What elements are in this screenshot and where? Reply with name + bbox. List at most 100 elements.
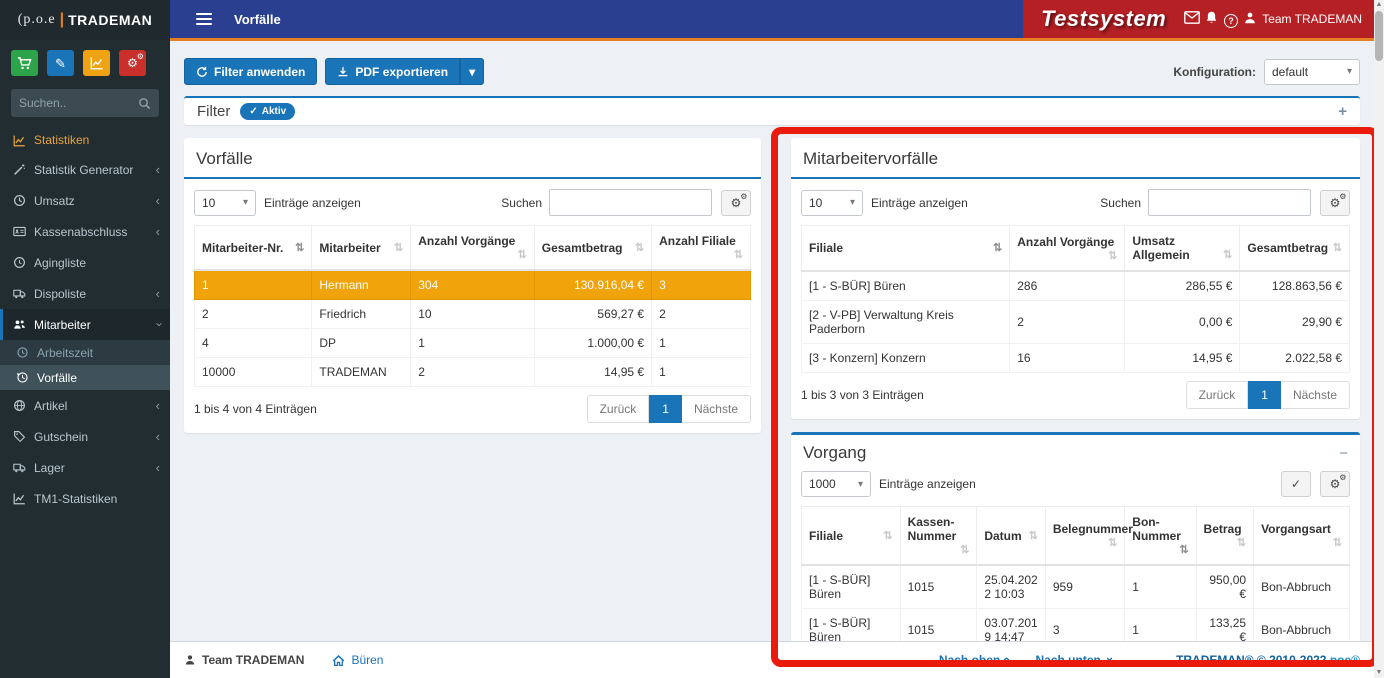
sidebar-search-input[interactable] <box>19 96 138 110</box>
mitarbeitervorfaelle-settings-button[interactable]: ⚙ ⚙ <box>1320 189 1350 216</box>
mitarbeitervorfaelle-search-input[interactable] <box>1148 189 1311 216</box>
page-size-select[interactable]: 10 ▾ <box>194 189 256 216</box>
next-page-button[interactable]: Nächste <box>681 395 751 423</box>
table-row[interactable]: [3 - Konzern] Konzern 16 14,95 € 2.022,5… <box>800 343 1350 373</box>
user-name[interactable]: Team TRADEMAN <box>1262 12 1362 26</box>
vorfaelle-search-input[interactable] <box>549 189 712 216</box>
col-anzahl-vorgaenge[interactable]: Anzahl Vorgänge ⇅ <box>410 225 535 271</box>
page-1-button[interactable]: 1 <box>649 395 682 423</box>
sidebar-item-statistiken[interactable]: Statistiken <box>0 126 170 154</box>
col-mitarbeiter[interactable]: Mitarbeiter ⇅ <box>311 225 412 271</box>
sidebar-item-umsatz[interactable]: Umsatz ‹ <box>0 185 170 216</box>
sidebar-item-dispoliste[interactable]: Dispoliste ‹ <box>0 278 170 309</box>
entries-label: Einträge anzeigen <box>871 195 968 210</box>
scroll-down-arrow-icon[interactable]: ▼ <box>1374 668 1384 678</box>
settings-button[interactable]: ⚙ ⚙ <box>119 50 146 76</box>
prev-page-button[interactable]: Zurück <box>1185 381 1249 409</box>
scroll-to-bottom-link[interactable]: Nach unten « <box>1035 653 1115 668</box>
sidebar-item-vorfaelle[interactable]: Vorfälle <box>0 365 170 390</box>
brand-prefix: (p.o.e <box>17 12 56 27</box>
sidebar-item-kassenabschluss[interactable]: Kassenabschluss ‹ <box>0 216 170 247</box>
mitarbeitervorfaelle-card-title: Mitarbeitervorfälle <box>803 149 939 168</box>
notifications-button[interactable] <box>1202 10 1221 28</box>
col-datum[interactable]: Datum ⇅ <box>976 506 1046 566</box>
sidebar-item-mitarbeiter[interactable]: Mitarbeiter ‹ <box>0 309 170 340</box>
table-row[interactable]: 10000 TRADEMAN 2 14,95 € 1 <box>193 357 751 387</box>
col-vorgangsart[interactable]: Vorgangsart ⇅ <box>1253 506 1350 566</box>
entries-info: 1 bis 4 von 4 Einträgen <box>194 402 317 416</box>
col-belegnummer[interactable]: Belegnummer ⇅ <box>1044 506 1133 566</box>
page-title: Vorfälle <box>234 11 281 27</box>
caret-down-icon: ▾ <box>469 64 476 79</box>
check-icon: ✓ <box>249 106 258 117</box>
sidebar-item-statistik-generator[interactable]: Statistik Generator ‹ <box>0 154 170 185</box>
scrollbar-thumb[interactable] <box>1375 11 1383 61</box>
apply-filter-button[interactable]: Filter anwenden <box>184 58 318 85</box>
scroll-to-top-link[interactable]: Nach oben « <box>939 653 1015 668</box>
pdf-export-caret-button[interactable]: ▾ <box>460 58 485 85</box>
cogs-icon: ⚙ ⚙ <box>730 191 748 210</box>
vertical-scrollbar[interactable]: ▲ ▼ <box>1374 0 1384 678</box>
next-page-button[interactable]: Nächste <box>1280 381 1350 409</box>
page-size-select[interactable]: 1000 ▾ <box>801 471 871 497</box>
user-menu-button[interactable] <box>1241 11 1260 28</box>
prev-page-button[interactable]: Zurück <box>586 395 650 423</box>
col-bon-nummer[interactable]: Bon-Nummer ⇅ <box>1124 506 1197 566</box>
vorfaelle-table: Mitarbeiter-Nr. ⇅ Mitarbeiter ⇅ Anzahl Vor… <box>193 225 751 387</box>
sidebar-item-gutschein[interactable]: Gutschein ‹ <box>0 421 170 452</box>
header-row: Filiale ⇅ Anzahl Vorgänge ⇅ Umsatz Allgeme… <box>800 225 1350 272</box>
vorfaelle-card: Vorfälle 10 ▾ Einträge anzeigen Suchen ⚙… <box>184 138 761 433</box>
toolbar: Filter anwenden PDF exportieren ▾ Konfig… <box>184 58 1360 85</box>
col-mitarbeiter-nr[interactable]: Mitarbeiter-Nr. ⇅ <box>193 225 313 271</box>
messages-button[interactable] <box>1182 11 1201 27</box>
edit-button[interactable]: ✎ <box>47 50 74 76</box>
page-size-select[interactable]: 10 ▾ <box>801 189 863 216</box>
table-row[interactable]: 2 Friedrich 10 569,27 € 2 <box>193 299 751 329</box>
help-button[interactable]: ? <box>1221 11 1240 28</box>
footer-location-link[interactable]: Büren <box>332 653 383 667</box>
sidebar-item-tm1-statistiken[interactable]: TM1-Statistiken <box>0 483 170 514</box>
sidebar-item-agingliste[interactable]: Agingliste <box>0 247 170 278</box>
statistics-button[interactable] <box>83 50 110 76</box>
chevron-left-icon: ‹ <box>155 460 160 475</box>
sort-icon: ⇅ <box>393 241 404 254</box>
caret-down-icon: ▾ <box>857 478 863 490</box>
brand-logo[interactable]: (p.o.e | TRADEMAN <box>0 0 170 40</box>
col-filiale[interactable]: Filiale ⇅ <box>801 506 901 566</box>
vorgang-settings-button[interactable]: ⚙ ⚙ <box>1320 471 1350 497</box>
table-row[interactable]: [2 - V-PB] Verwaltung Kreis Paderborn 2 … <box>800 300 1350 344</box>
expand-plus-icon[interactable]: + <box>1338 103 1347 120</box>
scroll-up-arrow-icon[interactable]: ▲ <box>1374 0 1384 10</box>
col-betrag[interactable]: Betrag ⇅ <box>1195 506 1255 566</box>
page-1-button[interactable]: 1 <box>1248 381 1281 409</box>
pdf-export-button[interactable]: PDF exportieren <box>325 58 461 85</box>
col-gesamtbetrag[interactable]: Gesamtbetrag ⇅ <box>533 225 653 271</box>
search-icon[interactable] <box>138 97 151 110</box>
sidebar-item-arbeitszeit[interactable]: Arbeitszeit <box>0 340 170 365</box>
sort-icon: ⇅ <box>1108 537 1118 549</box>
table-row-selected[interactable]: 1 Hermann 304 130.916,04 € 3 <box>193 269 751 300</box>
vorfaelle-settings-button[interactable]: ⚙ ⚙ <box>721 189 751 216</box>
vorgang-select-all-button[interactable]: ✓ <box>1281 471 1311 497</box>
col-kassen-nummer[interactable]: Kassen-Nummer ⇅ <box>899 506 978 566</box>
hamburger-menu-icon[interactable] <box>196 13 212 25</box>
table-row[interactable]: [1 - S-BÜR] Büren 1015 25.04.2022 10:03 … <box>801 564 1350 609</box>
table-row[interactable]: 4 DP 1 1.000,00 € 1 <box>193 328 751 358</box>
vorgang-card-title: Vorgang <box>803 443 867 462</box>
collapse-minus-icon[interactable]: − <box>1339 445 1348 462</box>
filter-panel[interactable]: Filter ✓ Aktiv + <box>184 96 1360 125</box>
col-filiale[interactable]: Filiale ⇅ <box>800 225 1011 272</box>
sort-icon: ⇅ <box>517 249 527 261</box>
cart-button[interactable] <box>11 50 38 76</box>
col-anzahl-filiale[interactable]: Anzahl Filiale ⇅ <box>651 225 751 271</box>
col-anzahl-vorgaenge[interactable]: Anzahl Vorgänge ⇅ <box>1009 225 1126 272</box>
sort-icon: ⇅ <box>1332 537 1342 549</box>
col-gesamtbetrag[interactable]: Gesamtbetrag ⇅ <box>1239 225 1350 272</box>
sidebar: (p.o.e | TRADEMAN ✎ ⚙⚙ Statistiken Stati… <box>0 0 170 678</box>
col-umsatz-allgemein[interactable]: Umsatz Allgemein ⇅ <box>1124 225 1241 272</box>
sort-icon: ⇅ <box>1332 242 1342 254</box>
sidebar-item-artikel[interactable]: Artikel ‹ <box>0 390 170 421</box>
sidebar-item-lager[interactable]: Lager ‹ <box>0 452 170 483</box>
table-row[interactable]: [1 - S-BÜR] Büren 286 286,55 € 128.863,5… <box>800 270 1350 301</box>
configuration-select[interactable]: default ▾ <box>1264 58 1360 85</box>
